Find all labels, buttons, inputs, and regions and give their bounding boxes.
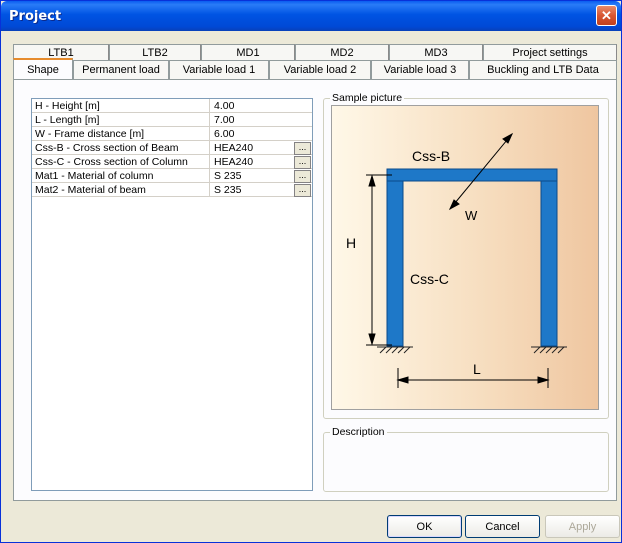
property-row[interactable]: Mat2 - Material of beam S 235... bbox=[32, 183, 312, 197]
property-label: Css-B - Cross section of Beam bbox=[35, 142, 179, 154]
tab-shape[interactable]: Shape bbox=[13, 58, 73, 79]
height-label: H bbox=[346, 235, 356, 251]
browse-button[interactable]: ... bbox=[294, 142, 311, 155]
property-label: Mat2 - Material of beam bbox=[35, 184, 146, 196]
close-button[interactable]: ✕ bbox=[596, 5, 617, 26]
property-row[interactable]: W - Frame distance [m] 6.00 bbox=[32, 127, 312, 141]
tab-variable-load-3[interactable]: Variable load 3 bbox=[371, 60, 469, 79]
beam bbox=[386, 168, 558, 182]
property-row[interactable]: Mat1 - Material of column S 235... bbox=[32, 169, 312, 183]
property-value[interactable]: 7.00 bbox=[214, 113, 234, 127]
width-label: W bbox=[465, 208, 478, 223]
tab-md3[interactable]: MD3 bbox=[389, 44, 483, 60]
frame-diagram: Css-B Css-C H L W bbox=[346, 132, 567, 388]
tab-row-front: Shape Permanent load Variable load 1 Variab… bbox=[13, 58, 617, 79]
sample-picture: Css-B Css-C H L W bbox=[331, 105, 599, 410]
property-value[interactable]: S 235 bbox=[214, 169, 241, 183]
left-support-icon bbox=[377, 346, 413, 354]
column-divider bbox=[209, 183, 210, 197]
browse-button[interactable]: ... bbox=[294, 170, 311, 183]
beam-label: Css-B bbox=[412, 148, 450, 164]
column-label: Css-C bbox=[410, 271, 449, 287]
project-dialog: Project ✕ LTB1 LTB2 MD1 MD2 MD3 Project setti… bbox=[0, 0, 622, 543]
tab-project-settings[interactable]: Project settings bbox=[483, 44, 617, 60]
property-row[interactable]: Css-C - Cross section of Column HEA240... bbox=[32, 155, 312, 169]
tab-md2[interactable]: MD2 bbox=[295, 44, 389, 60]
property-label: H - Height [m] bbox=[35, 100, 100, 112]
column-divider bbox=[209, 169, 210, 183]
browse-button[interactable]: ... bbox=[294, 184, 311, 197]
tab-ltb2[interactable]: LTB2 bbox=[109, 44, 201, 60]
column-divider bbox=[209, 127, 210, 141]
tab-md1[interactable]: MD1 bbox=[201, 44, 295, 60]
property-value[interactable]: HEA240 bbox=[214, 155, 253, 169]
sample-picture-legend: Sample picture bbox=[330, 92, 405, 104]
property-row[interactable]: L - Length [m] 7.00 bbox=[32, 113, 312, 127]
property-value[interactable]: 4.00 bbox=[214, 99, 234, 113]
column-divider bbox=[209, 155, 210, 169]
left-column bbox=[386, 170, 404, 347]
tab-buckling-and-ltb-data[interactable]: Buckling and LTB Data bbox=[469, 60, 617, 79]
apply-button[interactable]: Apply bbox=[545, 515, 620, 538]
right-support-icon bbox=[531, 346, 567, 354]
property-row[interactable]: Css-B - Cross section of Beam HEA240... bbox=[32, 141, 312, 155]
description-group: Description bbox=[323, 426, 609, 492]
description-legend: Description bbox=[330, 426, 387, 438]
browse-button[interactable]: ... bbox=[294, 156, 311, 169]
tab-row-back: LTB1 LTB2 MD1 MD2 MD3 Project settings bbox=[13, 44, 617, 60]
right-column bbox=[540, 170, 558, 347]
property-value[interactable]: 6.00 bbox=[214, 127, 234, 141]
title-bar[interactable]: Project ✕ bbox=[1, 1, 621, 31]
close-icon: ✕ bbox=[601, 7, 612, 23]
property-value[interactable]: S 235 bbox=[214, 183, 241, 197]
property-label: Css-C - Cross section of Column bbox=[35, 156, 188, 168]
tab-variable-load-2[interactable]: Variable load 2 bbox=[269, 60, 371, 79]
property-label: Mat1 - Material of column bbox=[35, 170, 154, 182]
property-grid: H - Height [m] 4.00 L - Length [m] 7.00 W - … bbox=[31, 98, 313, 491]
property-label: L - Length [m] bbox=[35, 114, 100, 126]
tab-permanent-load[interactable]: Permanent load bbox=[73, 60, 169, 79]
property-value[interactable]: HEA240 bbox=[214, 141, 253, 155]
length-label: L bbox=[473, 361, 481, 377]
property-label: W - Frame distance [m] bbox=[35, 128, 145, 140]
column-divider bbox=[209, 99, 210, 113]
property-row[interactable]: H - Height [m] 4.00 bbox=[32, 99, 312, 113]
cancel-button[interactable]: Cancel bbox=[465, 515, 540, 538]
ok-button[interactable]: OK bbox=[387, 515, 462, 538]
column-divider bbox=[209, 113, 210, 127]
column-divider bbox=[209, 141, 210, 155]
window-title: Project bbox=[9, 9, 62, 24]
tab-variable-load-1[interactable]: Variable load 1 bbox=[169, 60, 269, 79]
